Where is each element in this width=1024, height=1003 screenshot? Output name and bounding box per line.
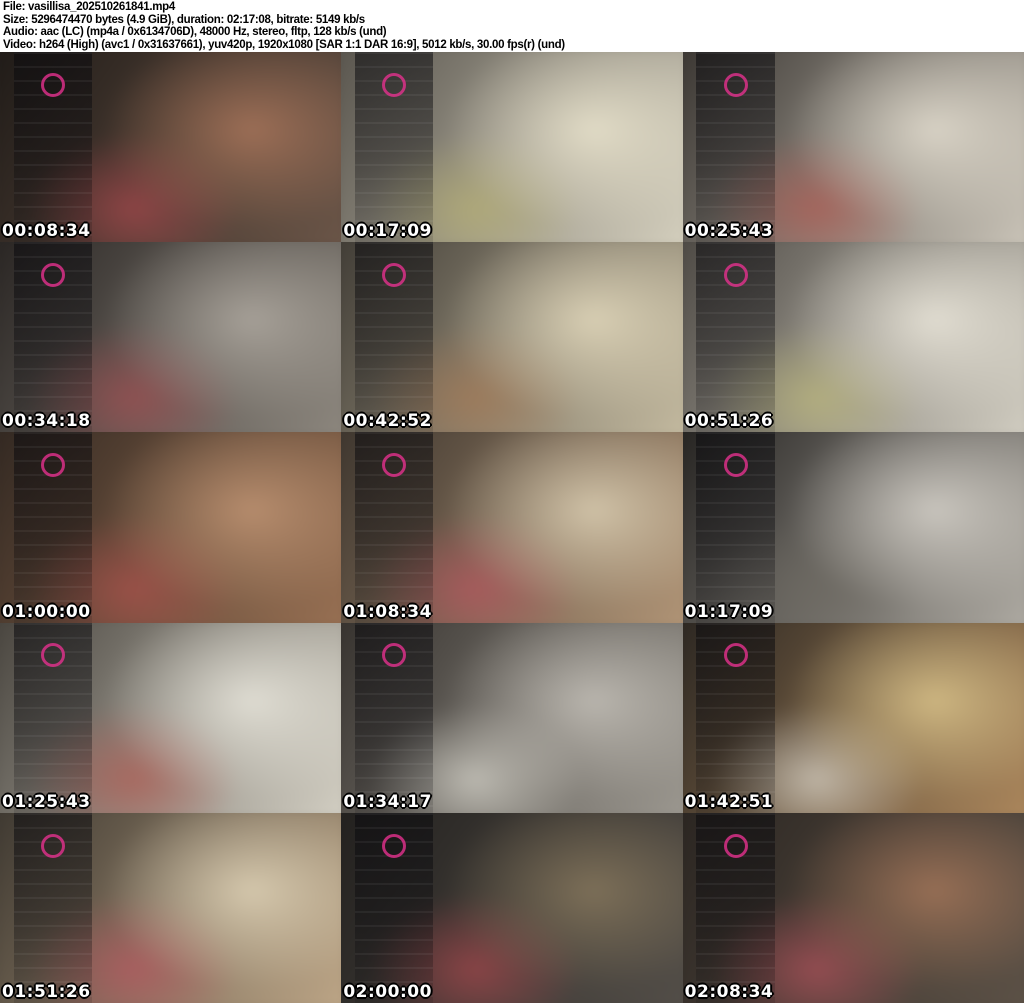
- video-thumbnail: 00:17:09: [341, 52, 683, 243]
- timer-ring-icon: [723, 72, 748, 97]
- stream-tipmenu-overlay: [354, 622, 434, 813]
- seek-timestamp: 01:34:17: [343, 791, 432, 812]
- timer-ring-icon: [40, 833, 65, 858]
- seek-timestamp: 00:25:43: [684, 221, 774, 242]
- stream-tipmenu-overlay: [354, 52, 434, 243]
- seek-timestamp: 00:08:34: [2, 221, 91, 242]
- media-info-line: Size: 5296474470 bytes (4.9 GiB), durati…: [3, 13, 365, 26]
- stream-tipmenu-overlay: [354, 812, 434, 1003]
- media-info-line: Video: h264 (High) (avc1 / 0x31637661), …: [3, 38, 565, 51]
- stream-tipmenu-overlay: [696, 432, 775, 623]
- stream-tipmenu-overlay: [354, 432, 434, 623]
- stream-tipmenu-overlay: [696, 242, 775, 433]
- timer-ring-icon: [40, 643, 65, 668]
- media-info-header: File: vasillisa_202510261841.mp4 Size: 52…: [0, 0, 1024, 52]
- video-thumbnail: 01:08:34: [341, 432, 683, 623]
- video-thumbnail: 00:51:26: [682, 242, 1024, 433]
- seek-timestamp: 01:42:51: [684, 791, 774, 812]
- video-thumbnail: 00:08:34: [0, 52, 342, 243]
- stream-tipmenu-overlay: [696, 812, 775, 1003]
- timer-ring-icon: [723, 643, 748, 668]
- stream-tipmenu-overlay: [354, 242, 434, 433]
- video-thumbnail: 02:08:34: [682, 812, 1024, 1003]
- timer-ring-icon: [40, 72, 65, 97]
- video-thumbnail: 01:17:09: [682, 432, 1024, 623]
- stream-tipmenu-overlay: [13, 622, 93, 813]
- timer-ring-icon: [382, 453, 407, 478]
- video-thumbnail: 00:42:52: [341, 242, 683, 433]
- timer-ring-icon: [382, 833, 407, 858]
- media-info-line: Audio: aac (LC) (mp4a / 0x6134706D), 480…: [3, 26, 387, 38]
- seek-timestamp: 00:17:09: [343, 221, 432, 242]
- seek-timestamp: 01:25:43: [2, 791, 91, 812]
- thumbnail-grid: 00:08:34 00:17:09 00:25:43 00:34:18 00:4…: [0, 52, 1024, 1003]
- timer-ring-icon: [723, 263, 748, 288]
- video-thumbnail: 00:34:18: [0, 242, 342, 433]
- video-thumbnail: 01:51:26: [0, 812, 342, 1003]
- seek-timestamp: 01:00:00: [2, 601, 91, 622]
- seek-timestamp: 02:08:34: [684, 981, 774, 1002]
- video-thumbnail: 01:42:51: [682, 622, 1024, 813]
- video-thumbnail: 01:34:17: [341, 622, 683, 813]
- video-thumbnail: 01:25:43: [0, 622, 342, 813]
- stream-tipmenu-overlay: [13, 812, 93, 1003]
- video-thumbnail: 00:25:43: [682, 52, 1024, 243]
- timer-ring-icon: [382, 72, 407, 97]
- video-thumbnail: 02:00:00: [341, 812, 683, 1003]
- video-thumbnail: 01:00:00: [0, 432, 342, 623]
- stream-tipmenu-overlay: [13, 432, 93, 623]
- seek-timestamp: 00:42:52: [343, 411, 432, 432]
- seek-timestamp: 00:51:26: [684, 411, 774, 432]
- stream-tipmenu-overlay: [13, 52, 93, 243]
- timer-ring-icon: [382, 643, 407, 668]
- media-info-line: File: vasillisa_202510261841.mp4: [3, 1, 175, 13]
- seek-timestamp: 00:34:18: [2, 411, 91, 432]
- seek-timestamp: 01:17:09: [684, 601, 774, 622]
- stream-tipmenu-overlay: [13, 242, 93, 433]
- stream-tipmenu-overlay: [696, 52, 775, 243]
- timer-ring-icon: [40, 453, 65, 478]
- timer-ring-icon: [40, 263, 65, 288]
- timer-ring-icon: [723, 833, 748, 858]
- seek-timestamp: 02:00:00: [343, 981, 432, 1002]
- seek-timestamp: 01:08:34: [343, 601, 432, 622]
- stream-tipmenu-overlay: [696, 622, 775, 813]
- seek-timestamp: 01:51:26: [2, 981, 91, 1002]
- timer-ring-icon: [382, 263, 407, 288]
- timer-ring-icon: [723, 453, 748, 478]
